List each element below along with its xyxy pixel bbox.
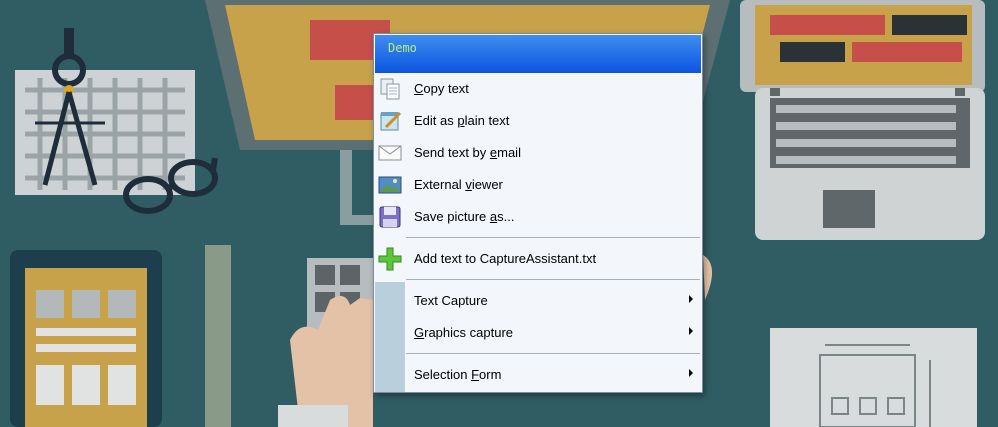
menu-item-text-capture[interactable]: Text Capture: [375, 286, 701, 316]
menu-item-label: Graphics capture: [414, 325, 514, 340]
menu-item-selection-form[interactable]: Selection Form: [375, 360, 701, 390]
menu-item-label: Save picture as...: [414, 209, 515, 224]
menu-item-label: Text Capture: [414, 293, 488, 308]
menu-item-label: Add text to CaptureAssistant.txt: [414, 251, 597, 266]
menu-item-label: Send text by email: [414, 145, 521, 160]
ruler-shape: [205, 245, 231, 427]
submenu-arrow-icon: [689, 295, 693, 303]
menu-separator: [406, 353, 700, 354]
menu-title-bar: Demo: [375, 35, 701, 73]
menu-item-send-text-by-email[interactable]: Send text by email: [375, 138, 701, 168]
menu-item-save-picture-as[interactable]: Save picture as...: [375, 202, 701, 232]
menu-item-graphics-capture[interactable]: Graphics capture: [375, 318, 701, 348]
menu-item-add-text-to-file[interactable]: Add text to CaptureAssistant.txt: [375, 244, 701, 274]
copy-icon: [380, 78, 400, 100]
menu-item-label: Selection Form: [414, 367, 502, 382]
menu-item-edit-as-plain-text[interactable]: Edit as plain text: [375, 106, 701, 136]
submenu-arrow-icon: [689, 369, 693, 377]
context-menu: Demo Copy text Edit as plain text Send t…: [373, 33, 703, 393]
envelope-icon: [378, 145, 402, 161]
submenu-arrow-icon: [689, 327, 693, 335]
menu-item-copy-text[interactable]: Copy text: [375, 74, 701, 104]
menu-item-label: Edit as plain text: [414, 113, 510, 128]
picture-icon: [378, 176, 402, 194]
menu-item-label: External viewer: [414, 177, 503, 192]
menu-item-label: Copy text: [414, 81, 469, 96]
menu-item-external-viewer[interactable]: External viewer: [375, 170, 701, 200]
notepad-icon: [380, 111, 402, 131]
floppy-disk-icon: [379, 206, 401, 228]
plus-icon: [378, 247, 402, 271]
menu-separator: [406, 237, 700, 238]
blueprint-sheet: [770, 328, 977, 427]
menu-separator: [406, 279, 700, 280]
